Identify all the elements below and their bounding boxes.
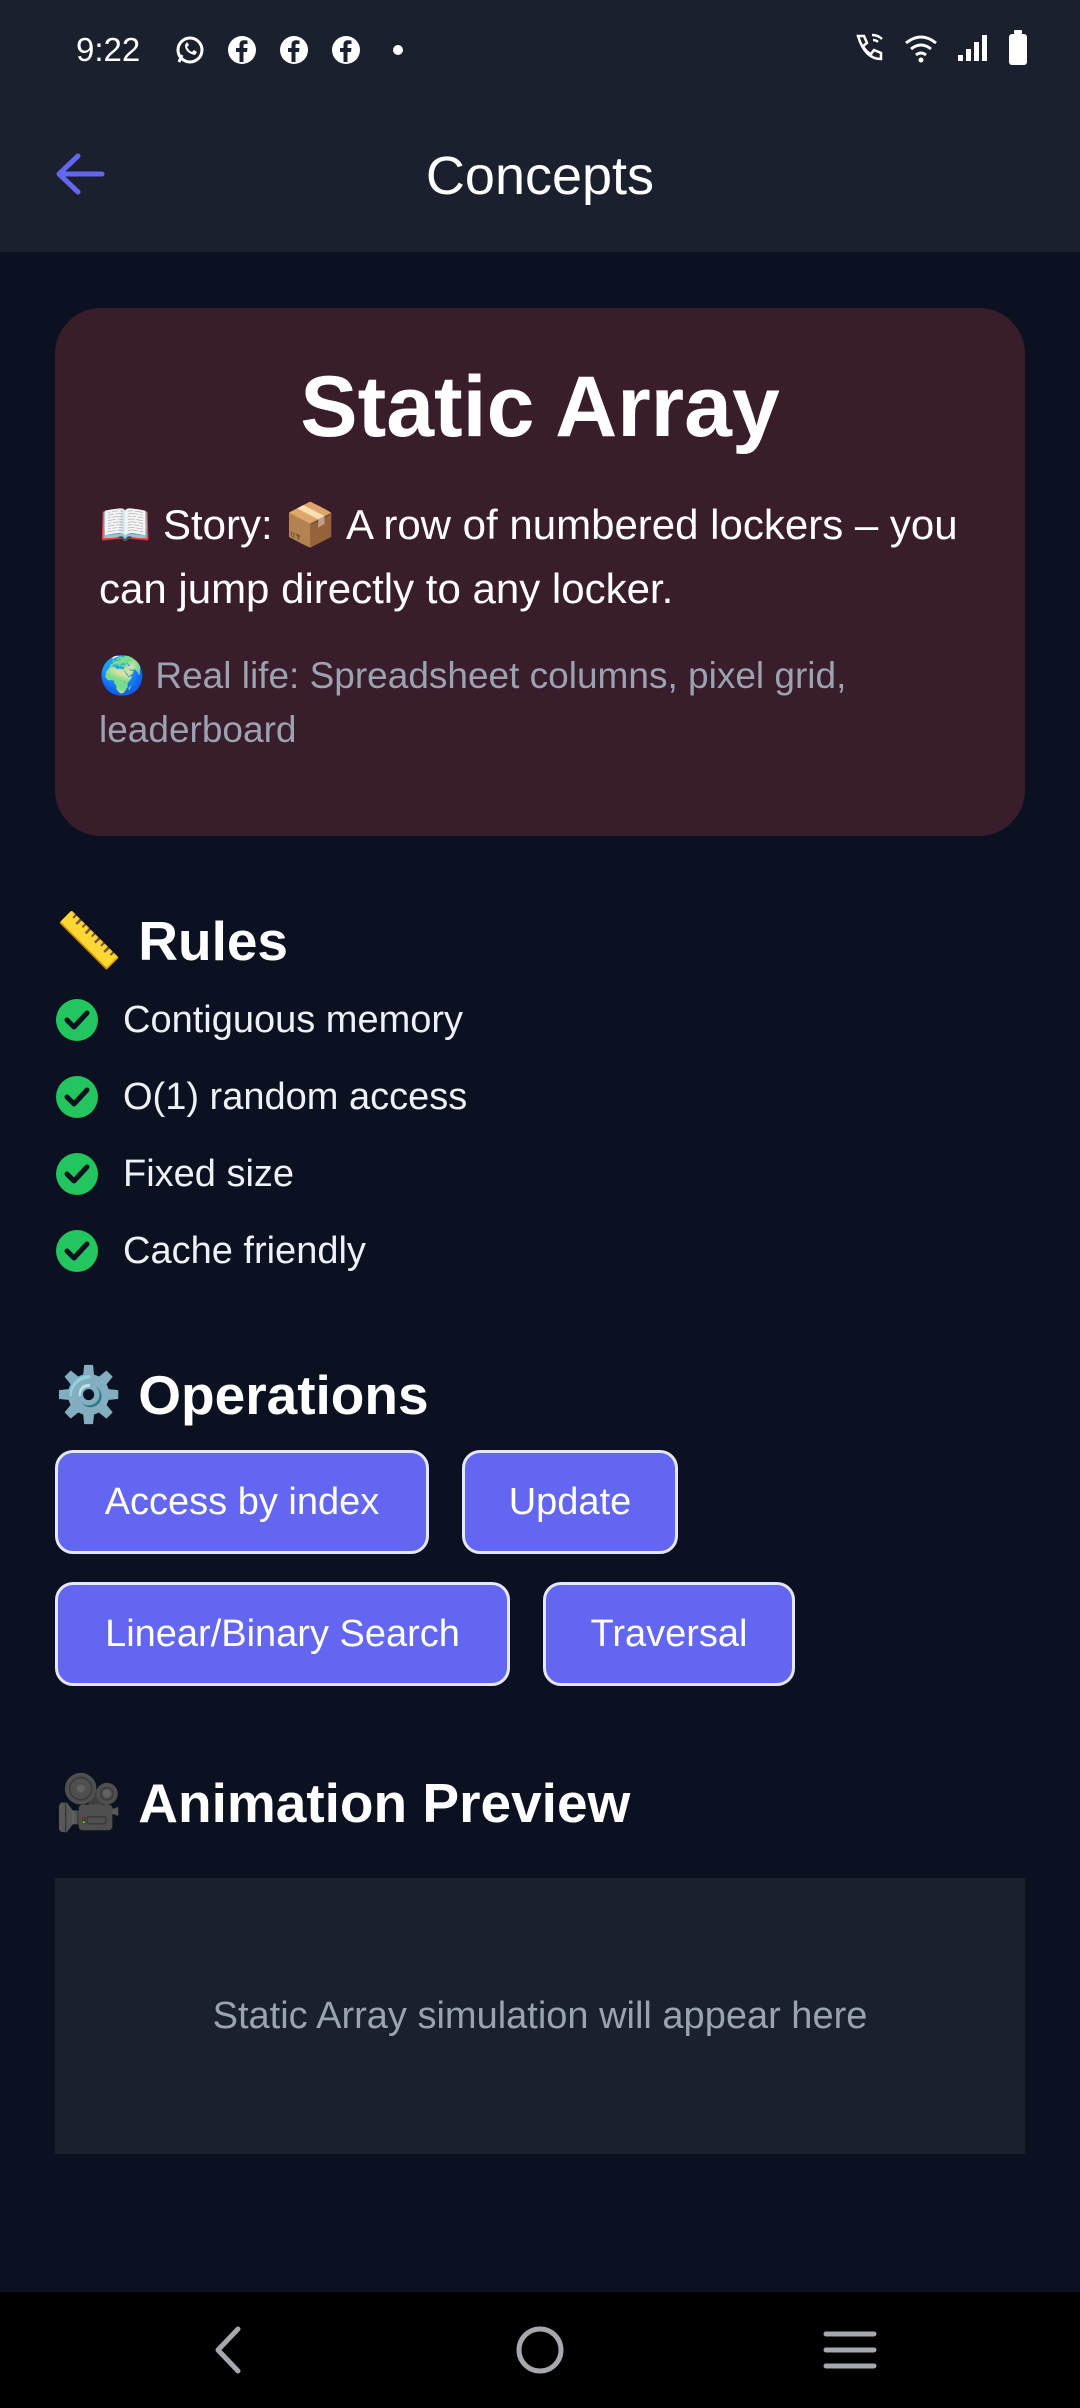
page-title: Concepts [425,146,655,206]
rule-item: Fixed size [55,1152,294,1196]
concept-real-life: 🌍 Real life: Spreadsheet columns, pixel … [99,654,847,750]
back-button[interactable] [50,144,110,204]
battery-icon [1008,29,1028,71]
operations-heading: ⚙️ Operations [55,1360,429,1430]
wifi-calling-icon [852,31,886,70]
traversal-button[interactable]: Traversal [543,1582,795,1686]
rule-text: O(1) random access [123,1075,468,1118]
rule-item: Contiguous memory [55,998,463,1042]
access-by-index-button[interactable]: Access by index [55,1450,429,1554]
rules-heading: 📏 Rules [55,906,288,976]
system-nav-bar [0,2292,1080,2408]
camera-icon: 🎥 [55,1772,123,1833]
facebook-icon [278,34,310,66]
update-button[interactable]: Update [462,1450,678,1554]
animation-preview-area: Static Array simulation will appear here [55,1878,1025,2154]
linear-binary-search-button[interactable]: Linear/Binary Search [55,1582,510,1686]
status-time: 9:22 [76,31,141,68]
nav-recents-icon [823,2331,877,2369]
rule-item: O(1) random access [55,1075,467,1119]
concept-title: Static Array [300,359,780,455]
arrow-left-icon [56,153,105,195]
concept-story: 📖 Story: 📦 A row of numbered lockers – y… [99,500,958,612]
rule-text: Contiguous memory [123,998,464,1041]
status-bar: 9:22 [0,0,1080,100]
facebook-icon [330,34,362,66]
operations-title: Operations [138,1364,429,1426]
whatsapp-icon [174,34,206,66]
concept-card: Static Array 📖 Story: 📦 A row of numbere… [55,308,1025,836]
wifi-icon [904,33,938,68]
animation-heading: 🎥 Animation Preview [55,1768,630,1838]
nav-back-button[interactable] [188,2314,268,2386]
rules-title: Rules [138,910,289,972]
check-circle-icon [56,999,98,1041]
animation-placeholder: Static Array simulation will appear here [212,1994,868,2037]
dot-icon [382,34,414,66]
facebook-icon [226,34,258,66]
app-bar: Concepts [0,100,1080,252]
check-circle-icon [56,1153,98,1195]
gear-icon: ⚙️ [55,1364,123,1425]
nav-back-icon [215,2326,241,2374]
animation-title: Animation Preview [138,1772,631,1834]
check-circle-icon [56,1230,98,1272]
rule-item: Cache friendly [55,1229,366,1273]
ruler-icon: 📏 [55,910,123,971]
status-left: 9:22 [76,31,414,69]
rule-text: Cache friendly [123,1229,366,1272]
signal-icon [956,33,990,68]
status-right [852,29,1028,71]
rule-text: Fixed size [123,1152,295,1195]
nav-home-button[interactable] [500,2314,580,2386]
nav-recents-button[interactable] [810,2314,890,2386]
nav-home-icon [516,2326,564,2374]
check-circle-icon [56,1076,98,1118]
